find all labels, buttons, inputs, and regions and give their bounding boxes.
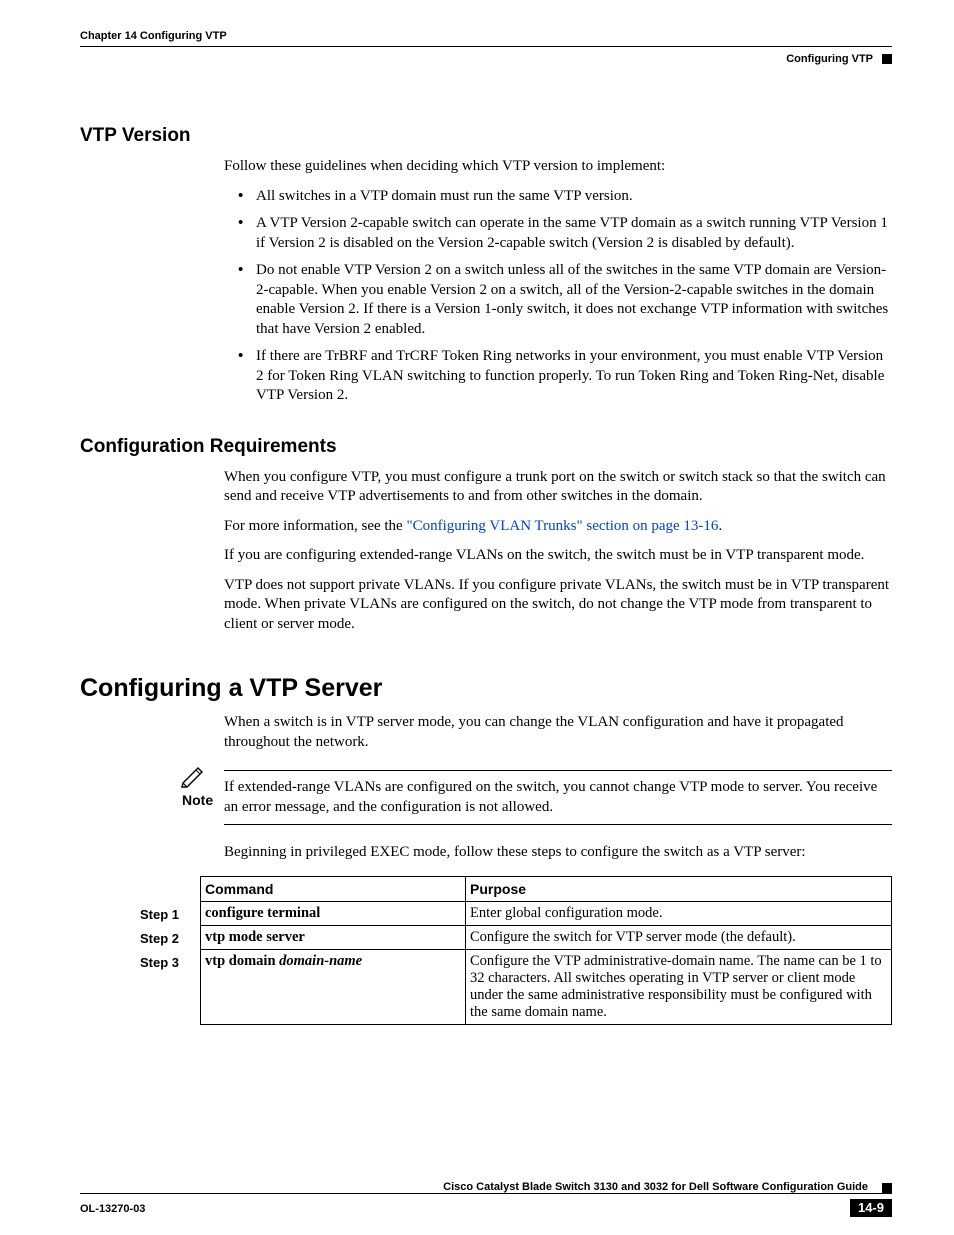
pencil-icon bbox=[180, 764, 208, 793]
bullet-item: A VTP Version 2-capable switch can opera… bbox=[242, 214, 892, 253]
config-req-p3: If you are configuring extended-range VL… bbox=[224, 546, 892, 566]
heading-config-vtp-server: Configuring a VTP Server bbox=[80, 674, 892, 703]
footer-guide-title: Cisco Catalyst Blade Switch 3130 and 303… bbox=[80, 1181, 868, 1193]
footer-rule bbox=[80, 1193, 892, 1194]
config-server-p2: Beginning in privileged EXEC mode, follo… bbox=[224, 843, 892, 863]
page-number: 14-9 bbox=[850, 1199, 892, 1217]
text: . bbox=[718, 518, 722, 534]
table-row: Step 3 vtp domain domain-name Configure … bbox=[136, 950, 892, 1025]
table-row: Step 2 vtp mode server Configure the swi… bbox=[136, 926, 892, 950]
purpose-cell: Configure the VTP administrative-domain … bbox=[466, 950, 892, 1025]
bullet-item: If there are TrBRF and TrCRF Token Ring … bbox=[242, 347, 892, 406]
page: Chapter 14 Configuring VTP Configuring V… bbox=[0, 0, 954, 1235]
note-label: Note bbox=[182, 792, 213, 808]
config-server-intro: When a switch is in VTP server mode, you… bbox=[224, 713, 892, 752]
bullet-item: Do not enable VTP Version 2 on a switch … bbox=[242, 261, 892, 339]
footer-marker-icon bbox=[882, 1183, 892, 1193]
note-rule-top bbox=[224, 770, 892, 771]
config-req-p1: When you configure VTP, you must configu… bbox=[224, 468, 892, 507]
purpose-cell: Configure the switch for VTP server mode… bbox=[466, 926, 892, 950]
table-row: Step 1 configure terminal Enter global c… bbox=[136, 902, 892, 926]
note-block: Note If extended-range VLANs are configu… bbox=[182, 770, 892, 825]
config-req-p2: For more information, see the "Configuri… bbox=[224, 517, 892, 537]
config-req-p4: VTP does not support private VLANs. If y… bbox=[224, 576, 892, 635]
note-text: If extended-range VLANs are configured o… bbox=[224, 775, 892, 818]
heading-vtp-version: VTP Version bbox=[80, 125, 892, 147]
table-header-row: Command Purpose bbox=[136, 877, 892, 902]
command-table: Command Purpose Step 1 configure termina… bbox=[136, 876, 892, 1025]
config-req-body: When you configure VTP, you must configu… bbox=[224, 468, 892, 635]
footer-doc-id: OL-13270-03 bbox=[80, 1203, 145, 1215]
text: For more information, see the bbox=[224, 518, 406, 534]
step-label: Step 2 bbox=[136, 926, 201, 950]
command-cell: configure terminal bbox=[201, 902, 466, 926]
header-rule bbox=[80, 46, 892, 47]
command-table-area: Command Purpose Step 1 configure termina… bbox=[80, 876, 892, 1025]
th-purpose: Purpose bbox=[466, 877, 892, 902]
running-header-right: Configuring VTP bbox=[786, 53, 873, 65]
command-cell: vtp domain domain-name bbox=[201, 950, 466, 1025]
content-area: VTP Version Follow these guidelines when… bbox=[80, 95, 892, 1025]
step-label: Step 3 bbox=[136, 950, 201, 1025]
step-label: Step 1 bbox=[136, 902, 201, 926]
vtp-version-intro: Follow these guidelines when deciding wh… bbox=[224, 157, 892, 177]
purpose-cell: Enter global configuration mode. bbox=[466, 902, 892, 926]
command-cell: vtp mode server bbox=[201, 926, 466, 950]
vtp-version-body: Follow these guidelines when deciding wh… bbox=[224, 157, 892, 406]
note-rule-bottom bbox=[224, 824, 892, 825]
running-header-left: Chapter 14 Configuring VTP bbox=[80, 30, 227, 42]
vtp-version-bullets: All switches in a VTP domain must run th… bbox=[224, 187, 892, 406]
bullet-item: All switches in a VTP domain must run th… bbox=[242, 187, 892, 207]
footer: Cisco Catalyst Blade Switch 3130 and 303… bbox=[80, 1181, 892, 1197]
config-server-p1: When a switch is in VTP server mode, you… bbox=[224, 713, 892, 752]
config-server-lead: Beginning in privileged EXEC mode, follo… bbox=[224, 843, 892, 863]
header-marker-icon bbox=[882, 54, 892, 64]
heading-config-requirements: Configuration Requirements bbox=[80, 436, 892, 458]
link-vlan-trunks[interactable]: "Configuring VLAN Trunks" section on pag… bbox=[406, 518, 718, 534]
th-command: Command bbox=[201, 877, 466, 902]
